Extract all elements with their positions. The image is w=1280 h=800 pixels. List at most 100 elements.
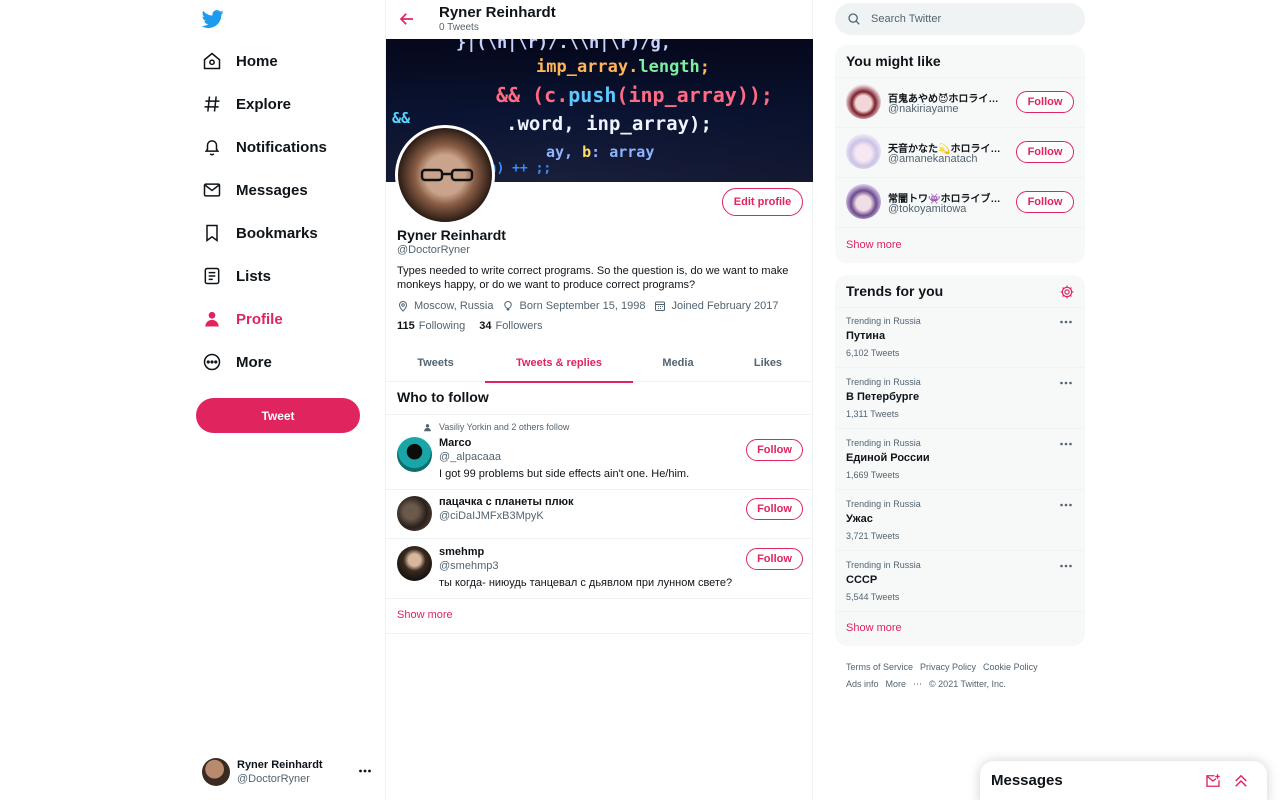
followers-link[interactable]: 34 Followers <box>479 320 542 332</box>
birthday-text: Born September 15, 1998 <box>519 300 646 312</box>
divider <box>835 307 1085 308</box>
twitter-logo-icon[interactable] <box>202 8 224 30</box>
more-dots-icon[interactable] <box>1059 317 1073 327</box>
user-bio: I got 99 problems but side effects ain't… <box>439 468 690 480</box>
avatar <box>397 496 432 531</box>
profile-tabs: Tweets Tweets & replies Media Likes <box>386 343 813 383</box>
banner-code-art: }|(\n|\r)/.\\n|\r)/g, <box>456 39 671 53</box>
user-bio: ты когда- ниюудь танцевал с дьявлом при … <box>439 577 733 589</box>
follow-button[interactable]: Follow <box>1016 91 1074 113</box>
search-input[interactable] <box>871 13 1071 25</box>
person-icon <box>423 423 439 432</box>
trend-context: Trending in Russia <box>846 438 921 448</box>
tab-media[interactable]: Media <box>633 343 723 382</box>
nav-profile[interactable]: Profile <box>192 299 283 339</box>
location-pin-icon <box>397 300 414 312</box>
following-link[interactable]: 115 Following <box>397 320 465 332</box>
who-to-follow-show-more[interactable]: Show more <box>397 609 453 621</box>
envelope-icon <box>192 170 232 210</box>
account-switcher[interactable]: Ryner Reinhardt @DoctorRyner <box>202 756 374 788</box>
back-arrow-icon[interactable] <box>398 10 416 28</box>
footer-link[interactable]: Ads info <box>846 679 879 689</box>
nav-label: Home <box>236 52 278 70</box>
footer-link: More <box>885 679 907 689</box>
nav-more[interactable]: More <box>192 342 272 382</box>
divider <box>386 538 813 539</box>
nav-messages[interactable]: Messages <box>192 170 308 210</box>
more-dots-icon: ⋯ <box>913 679 923 689</box>
footer-link[interactable]: Privacy Policy <box>920 662 976 672</box>
nav-label: Explore <box>236 95 292 113</box>
you-might-like-title: You might like <box>846 53 941 69</box>
tab-likes[interactable]: Likes <box>723 343 813 382</box>
messages-drawer-title: Messages <box>991 772 1063 789</box>
footer-link[interactable]: Cookie Policy <box>983 662 1038 672</box>
trend-context: Trending in Russia <box>846 560 921 570</box>
footer-links: Terms of Service Privacy Policy Cookie Pol… <box>846 659 1086 693</box>
followers-count: 34 <box>479 320 492 332</box>
banner-code-art: .word, inp_array); <box>506 113 712 135</box>
profile-bio: Types needed to write correct programs. … <box>397 265 789 291</box>
trend-name: Ужас <box>846 513 873 525</box>
divider <box>835 550 1085 551</box>
followers-label: Followers <box>495 320 543 332</box>
edit-profile-button[interactable]: Edit profile <box>722 188 803 216</box>
following-count: 115 <box>397 320 415 332</box>
banner-code-art: ay, b: array <box>546 143 655 161</box>
gear-icon[interactable] <box>1059 284 1075 300</box>
nav-bookmarks[interactable]: Bookmarks <box>192 213 318 253</box>
nav-label: Messages <box>236 181 308 199</box>
profile-avatar[interactable] <box>395 125 495 225</box>
bookmark-icon <box>192 213 232 253</box>
trend-context: Trending in Russia <box>846 499 921 509</box>
tab-tweets[interactable]: Tweets <box>386 343 485 382</box>
follow-button[interactable]: Follow <box>746 498 803 520</box>
more-dots-icon[interactable] <box>1059 439 1073 449</box>
banner-code-art: imp_array.length; <box>536 57 711 77</box>
tab-tweets-replies[interactable]: Tweets & replies <box>485 343 633 383</box>
user-name: smehmp <box>439 546 485 558</box>
trend-context: Trending in Russia <box>846 316 921 326</box>
search-bar[interactable] <box>835 3 1085 35</box>
chevrons-up-icon[interactable] <box>1232 772 1250 790</box>
nav-label: Notifications <box>236 138 327 156</box>
follow-button[interactable]: Follow <box>746 439 803 461</box>
search-icon <box>835 12 861 26</box>
user-handle: @amanekanatach <box>888 153 978 165</box>
avatar <box>846 184 881 219</box>
nav-notifications[interactable]: Notifications <box>192 127 327 167</box>
nav-home[interactable]: Home <box>192 41 278 81</box>
footer-link[interactable]: Terms of Service <box>846 662 913 672</box>
trend-count: 1,311 Tweets <box>846 409 899 419</box>
profile-stats: 115 Following 34 Followers <box>397 320 557 332</box>
messages-drawer[interactable]: Messages <box>980 761 1267 800</box>
follow-button[interactable]: Follow <box>1016 191 1074 213</box>
trends-show-more[interactable]: Show more <box>846 622 902 634</box>
banner-code-art: && (c.push(inp_array)); <box>496 83 773 107</box>
nav-lists[interactable]: Lists <box>192 256 271 296</box>
balloon-icon <box>502 300 519 312</box>
trends-panel: Trends for you Trending in Russia Путина… <box>835 275 1085 646</box>
nav-label: Profile <box>236 310 283 328</box>
footer-more-link[interactable]: More ⋯ <box>886 679 923 689</box>
divider <box>835 489 1085 490</box>
tweet-button[interactable]: Tweet <box>196 398 360 433</box>
profile-header-bar: Ryner Reinhardt 0 Tweets <box>386 0 813 39</box>
glasses-icon <box>420 168 474 182</box>
more-dots-icon[interactable] <box>1059 500 1073 510</box>
nav-explore[interactable]: Explore <box>192 84 291 124</box>
you-might-like-show-more[interactable]: Show more <box>846 239 902 251</box>
divider <box>386 414 813 415</box>
follow-button[interactable]: Follow <box>746 548 803 570</box>
user-handle: @ciDaIJMFxB3MpyK <box>439 510 544 522</box>
location-text: Moscow, Russia <box>414 300 494 312</box>
trend-name: СССР <box>846 574 878 586</box>
follow-button[interactable]: Follow <box>1016 141 1074 163</box>
trend-name: Путина <box>846 330 886 342</box>
person-icon <box>192 299 232 339</box>
more-circle-icon <box>192 342 232 382</box>
new-message-icon[interactable] <box>1204 772 1222 790</box>
more-dots-icon[interactable] <box>1059 378 1073 388</box>
more-dots-icon[interactable] <box>1059 561 1073 571</box>
follow-context: Vasiliy Yorkin and 2 others follow <box>423 422 569 432</box>
